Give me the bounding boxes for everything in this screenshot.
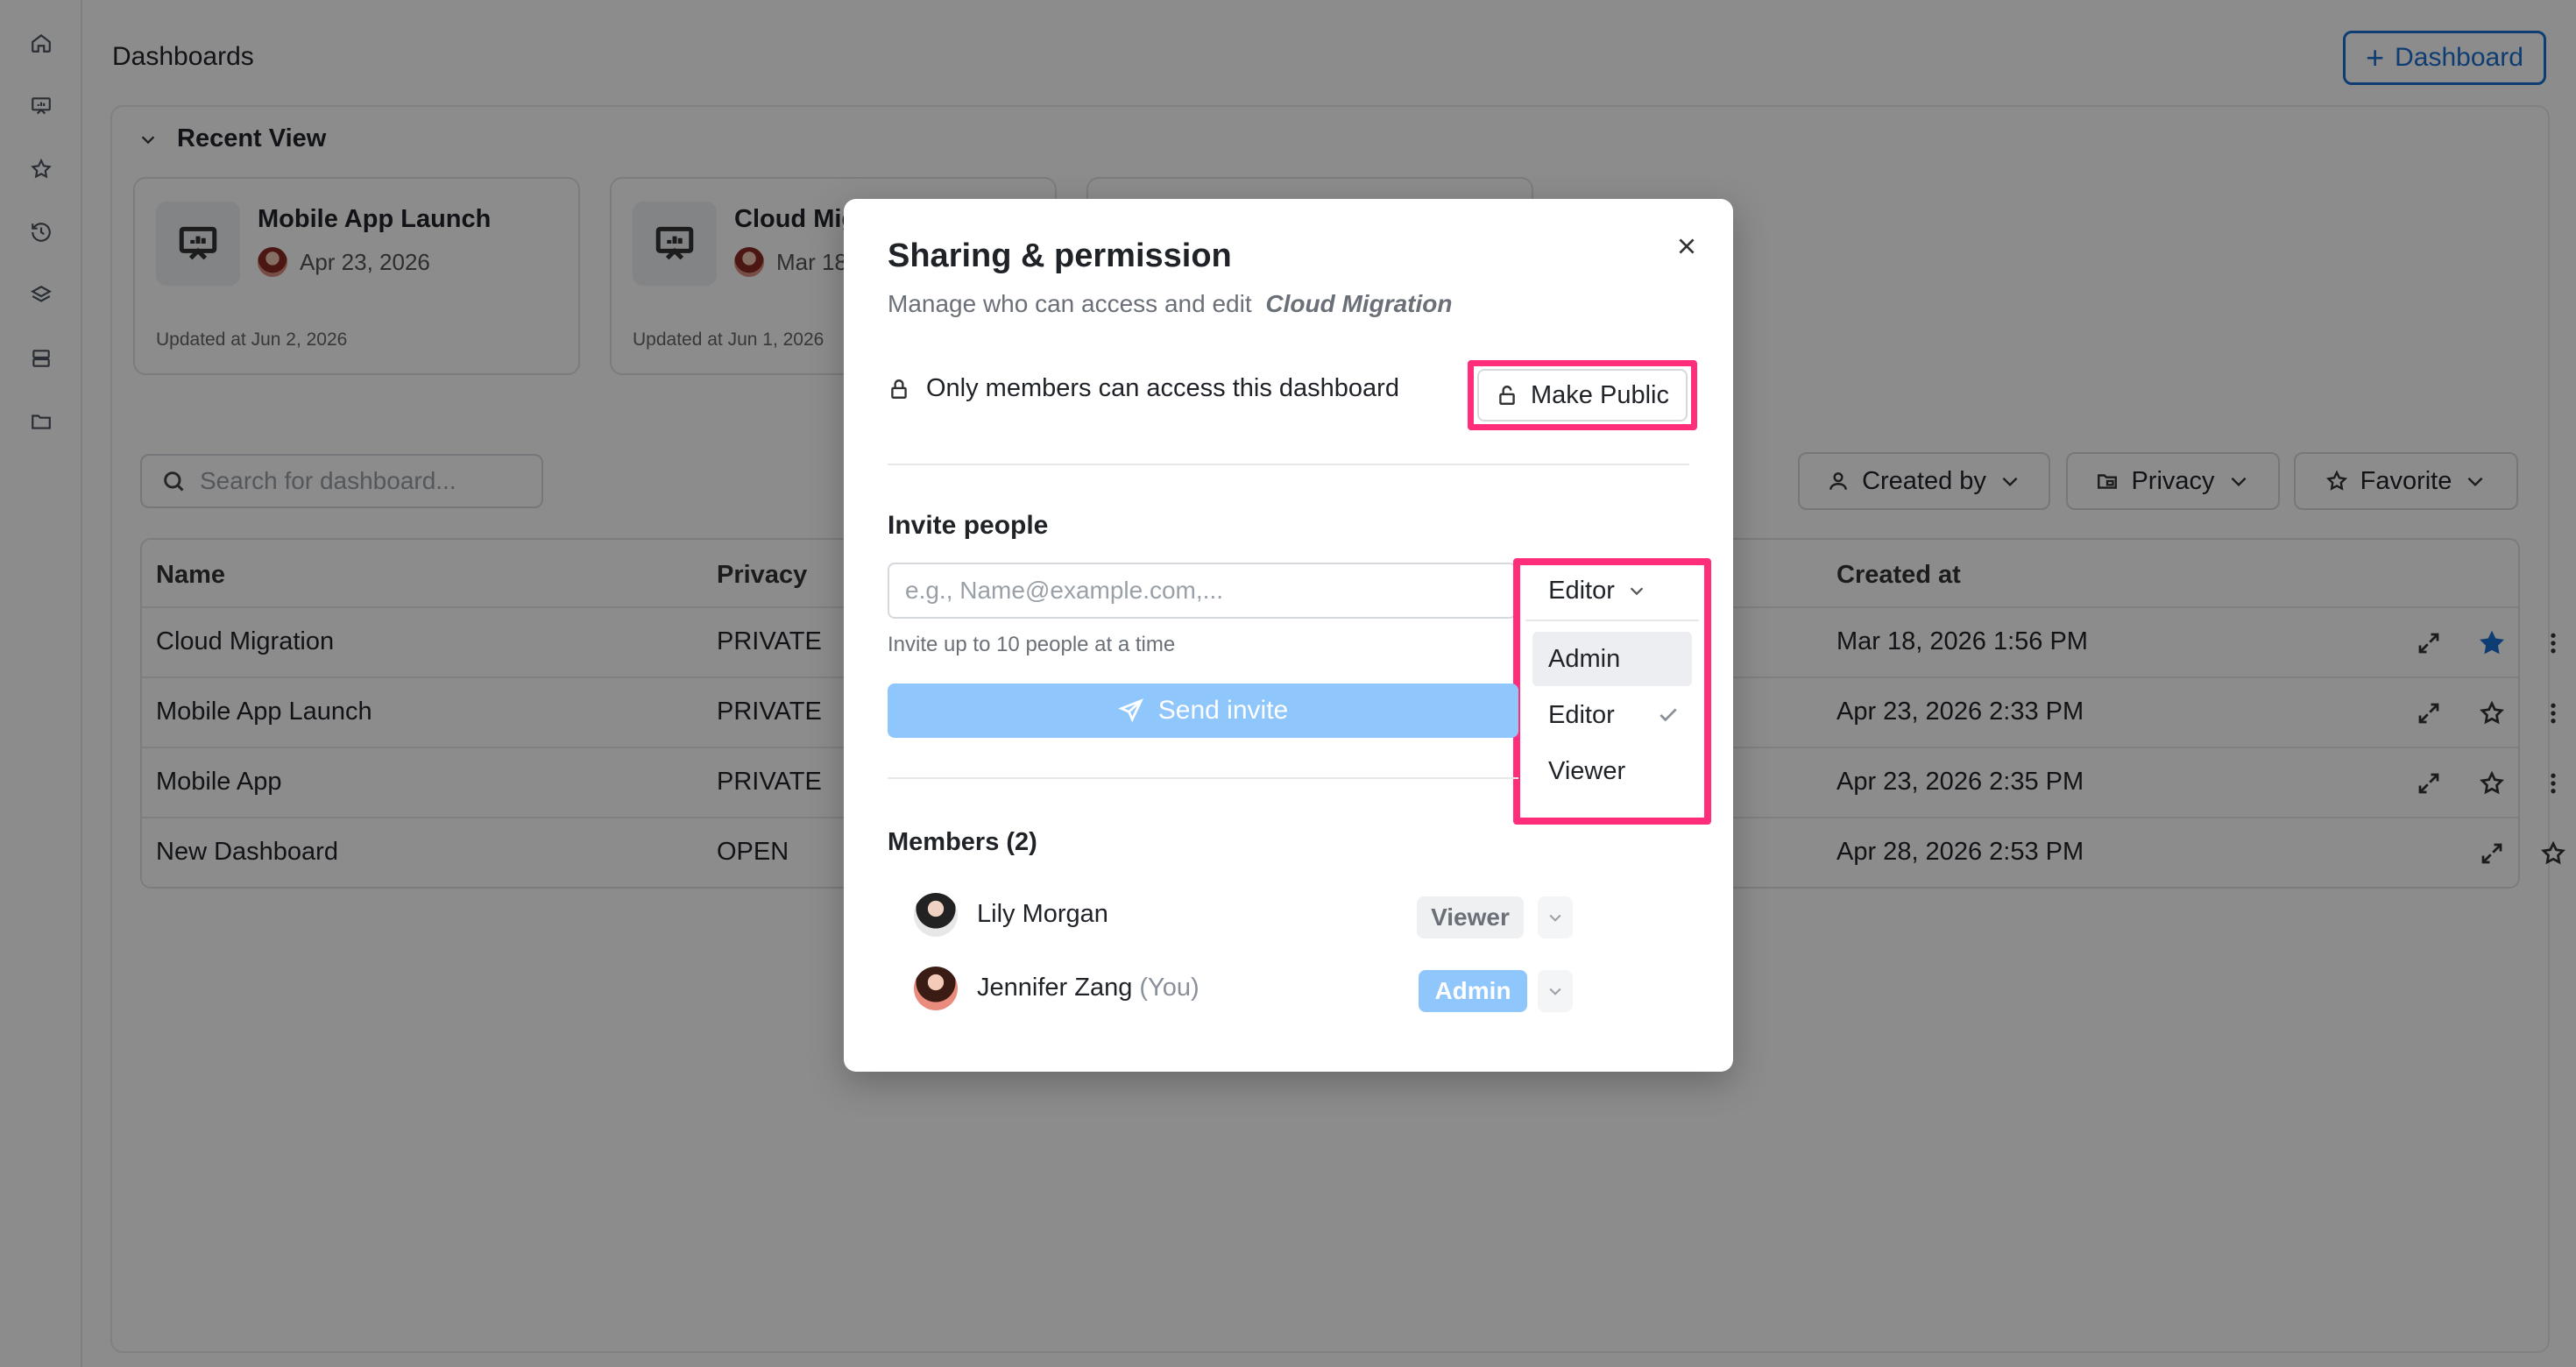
invite-email-input[interactable]: [888, 563, 1517, 619]
invite-hint: Invite up to 10 people at a time: [888, 633, 1176, 656]
avatar: [914, 893, 958, 937]
close-button[interactable]: [1667, 227, 1706, 266]
close-icon: [1679, 238, 1695, 254]
member-name: Jennifer Zang (You): [977, 974, 1200, 1002]
member-row: Jennifer Zang (You) Admin: [914, 961, 1667, 1014]
send-invite-label: Send invite: [1157, 696, 1289, 725]
role-option-label: Viewer: [1548, 756, 1626, 785]
role-option-admin[interactable]: Admin: [1532, 632, 1692, 686]
access-status: Only members can access this dashboard: [888, 374, 1399, 403]
member-role-select[interactable]: Viewer: [1417, 896, 1524, 938]
role-option-label: Editor: [1548, 700, 1615, 729]
member-role-caret[interactable]: [1538, 896, 1573, 938]
divider: [888, 464, 1689, 465]
member-name-text: Jennifer Zang: [977, 974, 1133, 1002]
lock-icon: [891, 379, 907, 399]
make-public-button[interactable]: Make Public: [1477, 369, 1688, 421]
dialog-dashboard-name: Cloud Migration: [1265, 290, 1453, 317]
send-icon: [1117, 698, 1143, 723]
chevron-down-icon: [1549, 914, 1561, 922]
member-name-text: Lily Morgan: [977, 900, 1108, 928]
dialog-subtitle-text: Manage who can access and edit: [888, 290, 1252, 317]
chevron-down-icon: [1549, 988, 1561, 995]
dialog-subtitle: Manage who can access and edit Cloud Mig…: [888, 290, 1452, 318]
member-row: Lily Morgan Viewer: [914, 888, 1667, 940]
dialog-title: Sharing & permission: [888, 237, 1232, 274]
role-option-label: Admin: [1548, 644, 1621, 673]
sharing-permission-dialog: Sharing & permission Manage who can acce…: [844, 199, 1733, 1072]
invite-label: Invite people: [888, 511, 1049, 540]
member-role-select[interactable]: Admin: [1419, 970, 1527, 1012]
unlock-icon: [1499, 386, 1515, 405]
make-public-label: Make Public: [1531, 380, 1669, 409]
chevron-down-icon: [1630, 587, 1644, 596]
role-select-value: Editor: [1548, 576, 1615, 605]
role-dropdown-menu: Admin Editor Viewer: [1525, 620, 1699, 812]
role-select[interactable]: Editor: [1527, 566, 1667, 615]
send-invite-button[interactable]: Send invite: [888, 684, 1518, 738]
check-icon: [1660, 708, 1677, 722]
access-status-text: Only members can access this dashboard: [926, 374, 1399, 402]
members-heading: Members (2): [888, 828, 1037, 856]
role-option-editor[interactable]: Editor: [1532, 688, 1692, 742]
member-name: Lily Morgan: [977, 900, 1108, 929]
avatar: [914, 967, 958, 1010]
member-you-tag: (You): [1139, 974, 1200, 1002]
role-option-viewer[interactable]: Viewer: [1532, 744, 1692, 798]
member-role-caret[interactable]: [1538, 970, 1573, 1012]
divider: [888, 777, 1518, 779]
